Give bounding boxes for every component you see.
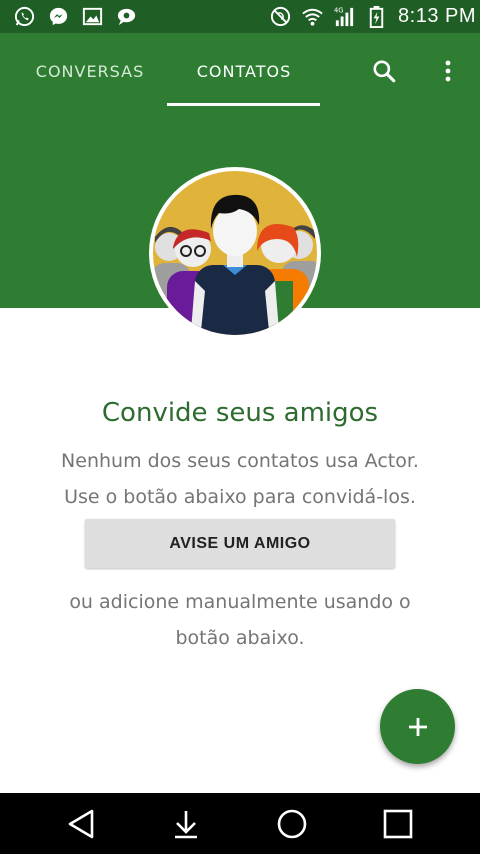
invite-friend-button[interactable]: AVISE UM AMIGO [85, 519, 395, 568]
tab-conversas[interactable]: CONVERSAS [20, 33, 160, 109]
download-icon [175, 811, 197, 839]
whatsapp-icon [12, 4, 36, 28]
wifi-icon [300, 4, 324, 28]
gallery-icon [80, 4, 104, 28]
network-type-label: 4G [333, 6, 342, 14]
tab-contatos[interactable]: CONTATOS [168, 33, 320, 109]
add-manually-line2: botão abaixo. [175, 627, 305, 649]
plus-icon [408, 717, 427, 736]
back-icon [68, 809, 94, 839]
empty-state-message-line2: Use o botão abaixo para convidá-los. [64, 486, 416, 508]
more-options-button[interactable] [430, 53, 466, 89]
search-icon [373, 60, 396, 83]
home-icon [277, 809, 307, 839]
empty-state-message-line1: Nenhum dos seus contatos usa Actor. [61, 450, 419, 472]
add-manually-line1: ou adicione manualmente usando o [69, 591, 411, 613]
system-icons: 4G 8:13 PM [268, 4, 476, 28]
messenger-icon [46, 4, 70, 28]
add-contact-fab[interactable] [380, 689, 455, 764]
home-button[interactable] [272, 805, 312, 843]
recent-apps-button[interactable] [378, 805, 418, 843]
no-disturb-icon [268, 4, 292, 28]
clock: 8:13 PM [398, 4, 476, 27]
empty-state-title: Convide seus amigos [101, 398, 379, 428]
group-people-icon [153, 171, 317, 335]
search-button[interactable] [366, 53, 402, 89]
more-vert-icon [445, 60, 451, 82]
notifications-pull-button[interactable] [166, 805, 206, 843]
battery-charging-icon [364, 4, 388, 28]
tab-indicator [167, 103, 320, 106]
back-button[interactable] [61, 805, 101, 843]
signal-icon: 4G [332, 4, 356, 28]
navigation-bar [0, 793, 480, 854]
recents-icon [383, 809, 413, 839]
app-bar: CONVERSAS CONTATOS [0, 33, 480, 109]
notification-icons [12, 4, 138, 28]
chat-icon [114, 4, 138, 28]
status-bar: 4G 8:13 PM [0, 0, 480, 33]
friends-illustration [149, 167, 321, 339]
